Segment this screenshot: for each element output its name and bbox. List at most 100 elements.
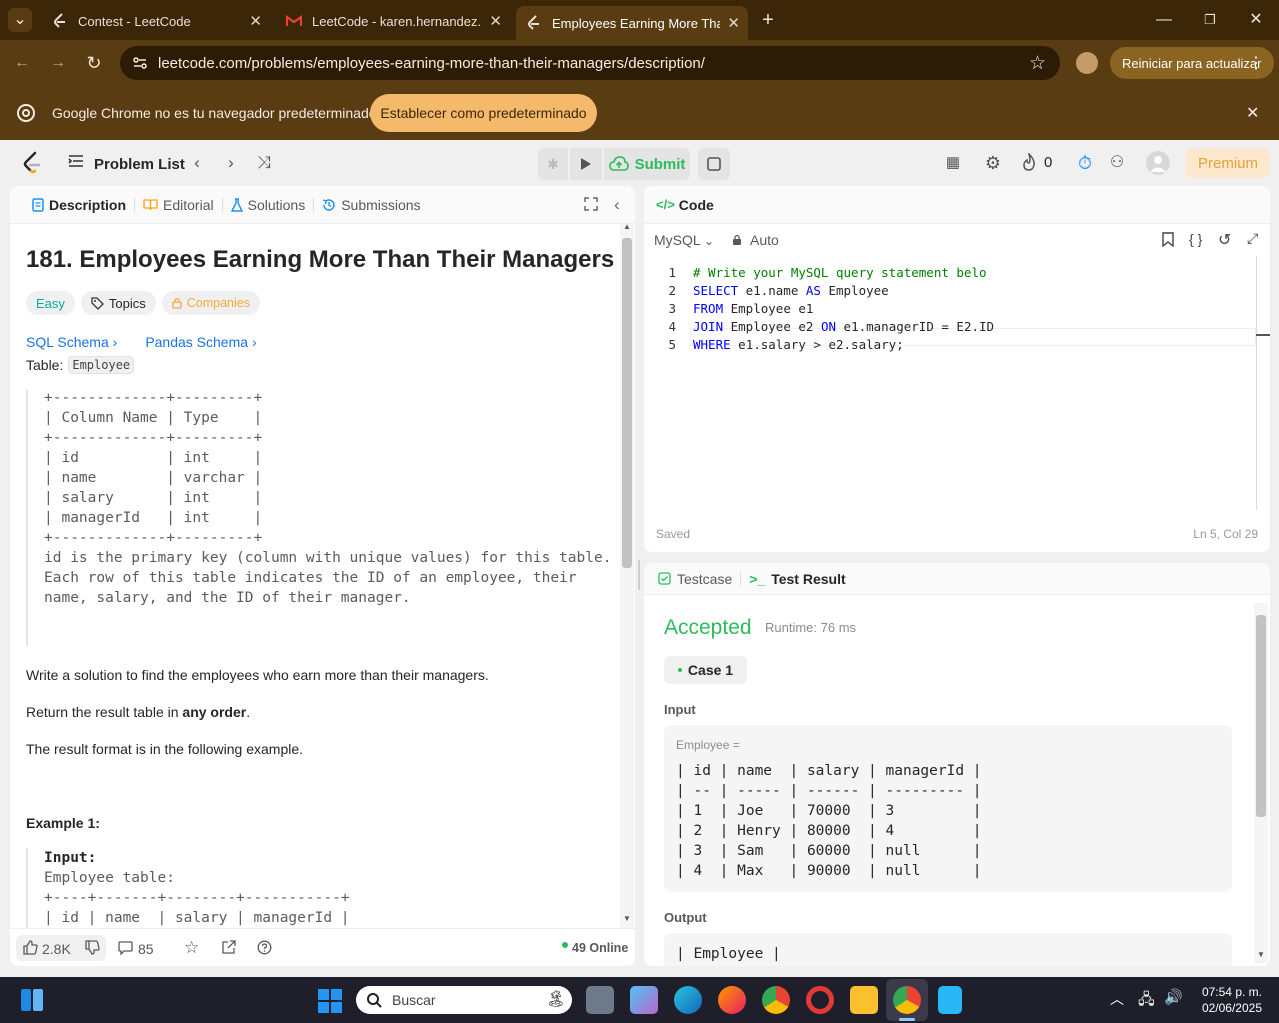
restore-icon[interactable]: ❐ — [1198, 8, 1222, 32]
layout-icon[interactable]: ▦ — [942, 152, 964, 174]
chrome-app-icon[interactable] — [762, 986, 790, 1014]
streak-counter[interactable]: 0 — [1022, 153, 1052, 171]
scrollbar-thumb[interactable] — [1256, 615, 1266, 817]
user-avatar[interactable] — [1146, 151, 1170, 175]
code-icon: </> — [656, 197, 675, 212]
topics-badge[interactable]: Topics — [80, 291, 156, 315]
settings-gear-icon[interactable]: ⚙ — [982, 152, 1004, 174]
tab-search-button[interactable]: ⌄ — [8, 8, 32, 32]
run-button[interactable] — [570, 148, 602, 180]
bookmark-star-icon[interactable]: ☆ — [1029, 52, 1046, 75]
edge-icon[interactable] — [674, 986, 702, 1014]
result-scrollbar[interactable]: ▼ — [1254, 603, 1268, 963]
case-1-tab[interactable]: Case 1 — [664, 656, 747, 684]
panel-resize-handle[interactable] — [638, 560, 640, 590]
table-label: Table: — [26, 357, 64, 373]
pre-line: | name | varchar | — [44, 470, 263, 486]
example-input-label: Input: — [44, 850, 97, 866]
new-tab-icon[interactable]: + — [756, 8, 780, 32]
scrollbar-thumb[interactable] — [622, 238, 632, 568]
next-problem-icon[interactable]: › — [220, 152, 242, 174]
pandas-schema-link[interactable]: Pandas Schema › — [145, 334, 256, 350]
sql-schema-link[interactable]: SQL Schema › — [26, 334, 117, 350]
comments-count: 85 — [138, 941, 154, 957]
tab-editorial[interactable]: Editorial — [135, 197, 222, 213]
taskbar-search[interactable]: Buscar 🏝 — [356, 986, 572, 1014]
widgets-icon[interactable] — [20, 988, 44, 1012]
browser-tab-gmail[interactable]: LeetCode - karen.hernandez.20 ✕ — [278, 6, 510, 36]
code-editor[interactable]: 1 # Write your MySQL query statement belo… — [644, 256, 1256, 510]
add-friend-icon[interactable]: ⚇ — [1106, 152, 1128, 174]
copilot-icon[interactable] — [630, 986, 658, 1014]
update-button[interactable]: Reiniciar para actualizar ⋮ — [1110, 47, 1274, 79]
tab-description[interactable]: Description — [24, 197, 134, 213]
format-braces-icon[interactable]: { } — [1189, 231, 1202, 247]
minimize-icon[interactable]: — — [1152, 8, 1176, 32]
close-tab-icon[interactable]: ✕ — [727, 14, 740, 32]
description-scrollbar[interactable]: ▲ ▼ — [620, 222, 634, 928]
network-icon[interactable]: 🖧 — [1138, 989, 1155, 1014]
code-token: Employee e1 — [723, 301, 814, 316]
tray-chevron-icon[interactable]: ︿ — [1110, 989, 1124, 1009]
opera-icon[interactable] — [806, 986, 834, 1014]
set-default-button[interactable]: Establecer como predeterminado — [370, 94, 597, 132]
star-icon[interactable]: ☆ — [184, 938, 199, 958]
site-settings-icon[interactable] — [132, 55, 148, 71]
reset-icon[interactable]: ↺ — [1218, 230, 1231, 250]
forward-icon[interactable]: → — [46, 51, 70, 75]
chevron-right-icon: › — [251, 334, 257, 350]
tab-testcase[interactable]: Testcase — [658, 571, 732, 587]
tab-submissions[interactable]: Submissions — [314, 197, 428, 213]
thumbs-down-icon[interactable] — [85, 940, 100, 958]
address-bar[interactable]: leetcode.com/problems/employees-earning-… — [120, 46, 1060, 80]
close-window-icon[interactable]: ✕ — [1244, 8, 1268, 32]
browser-tab-contest[interactable]: Contest - LeetCode ✕ — [44, 6, 270, 36]
companies-badge[interactable]: Companies — [161, 291, 260, 315]
notepad-icon[interactable] — [938, 986, 962, 1014]
close-infobar-icon[interactable]: ✕ — [1246, 103, 1259, 123]
profile-avatar[interactable] — [1076, 52, 1098, 74]
file-explorer-icon[interactable] — [850, 986, 878, 1014]
close-tab-icon[interactable]: ✕ — [489, 12, 502, 30]
firefox-icon[interactable] — [718, 986, 746, 1014]
result-tabs: Testcase >_ Test Result — [644, 563, 1270, 595]
scroll-down-icon[interactable]: ▼ — [623, 914, 631, 923]
comment-icon[interactable] — [118, 940, 133, 958]
tab-test-result[interactable]: >_ Test Result — [749, 571, 845, 587]
table-name-code: Employee — [68, 356, 135, 374]
bookmark-icon[interactable] — [1162, 232, 1174, 250]
problem-list-link[interactable]: Problem List — [94, 156, 185, 173]
timer-icon[interactable]: ⏱ — [1074, 152, 1096, 174]
leetcode-logo[interactable] — [22, 151, 42, 175]
browser-tab-active[interactable]: Employees Earning More Than ✕ — [516, 6, 748, 40]
close-tab-icon[interactable]: ✕ — [249, 12, 262, 30]
submit-button[interactable]: Submit — [604, 148, 690, 180]
search-icon — [367, 993, 382, 1008]
volume-icon[interactable]: 🔊 — [1164, 988, 1183, 1006]
clock[interactable]: 07:54 p. m. 02/06/2025 — [1196, 984, 1262, 1016]
collapse-panel-icon[interactable]: ‹ — [614, 195, 620, 215]
menu-dots-icon[interactable]: ⋮ — [1248, 53, 1264, 73]
auto-mode-label[interactable]: Auto — [750, 232, 779, 248]
prev-problem-icon[interactable]: ‹ — [186, 152, 208, 174]
list-icon[interactable] — [68, 154, 84, 170]
scroll-up-icon[interactable]: ▲ — [623, 222, 631, 231]
thumbs-up-icon[interactable] — [23, 940, 38, 958]
shuffle-icon[interactable]: ⤨ — [253, 152, 275, 174]
help-icon[interactable] — [257, 940, 272, 958]
scroll-down-icon[interactable]: ▼ — [1257, 950, 1265, 959]
language-select[interactable]: MySQL ⌄ — [654, 232, 714, 248]
back-icon[interactable]: ← — [10, 51, 34, 75]
task-view-icon[interactable] — [586, 986, 614, 1014]
start-icon[interactable] — [318, 989, 342, 1013]
tab-solutions[interactable]: Solutions — [223, 197, 314, 213]
notes-icon[interactable] — [698, 148, 730, 180]
expand-icon[interactable]: ⤢ — [1247, 230, 1258, 247]
premium-button[interactable]: Premium — [1186, 148, 1270, 178]
share-icon[interactable] — [221, 940, 236, 958]
reload-icon[interactable]: ↻ — [82, 51, 106, 75]
fullscreen-icon[interactable] — [584, 197, 598, 211]
debug-icon[interactable]: ✱ — [538, 148, 568, 180]
chrome-active-icon[interactable] — [893, 986, 921, 1014]
address-toolbar: ← → ↻ leetcode.com/problems/employees-ea… — [0, 40, 1279, 86]
